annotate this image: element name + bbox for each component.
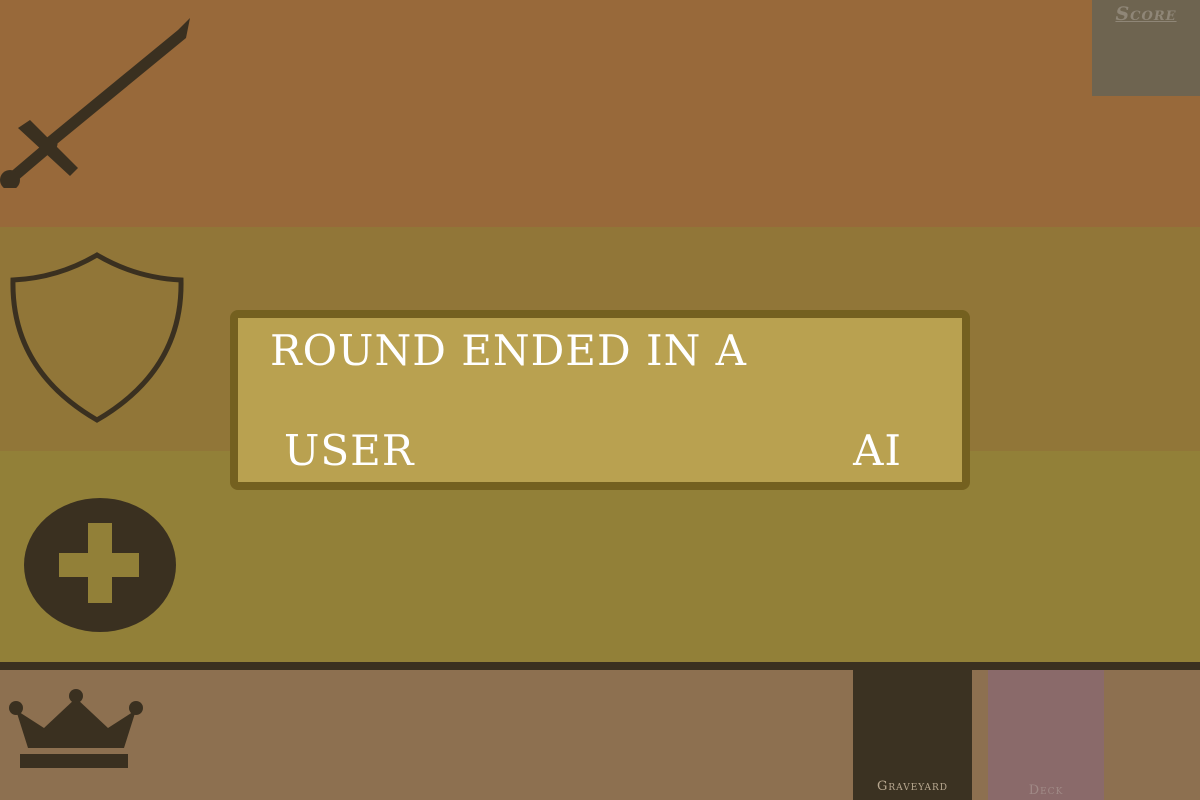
- graveyard-pile[interactable]: Graveyard: [853, 670, 972, 800]
- score-button[interactable]: Score: [1092, 0, 1200, 96]
- graveyard-label: Graveyard: [876, 779, 949, 794]
- sword-icon: [0, 18, 190, 188]
- board-divider: [0, 662, 1200, 670]
- shield-icon: [10, 252, 184, 423]
- result-user-label: USER: [284, 426, 415, 475]
- deck-pile[interactable]: Deck: [988, 670, 1104, 800]
- deck-label: Deck: [1028, 783, 1064, 798]
- crown-icon: [9, 689, 143, 768]
- round-result-dialog: ROUND ENDED IN A USER AI: [230, 310, 970, 490]
- plus-icon: [24, 498, 176, 632]
- result-ai-label: AI: [853, 426, 902, 475]
- result-title: ROUND ENDED IN A: [270, 326, 748, 375]
